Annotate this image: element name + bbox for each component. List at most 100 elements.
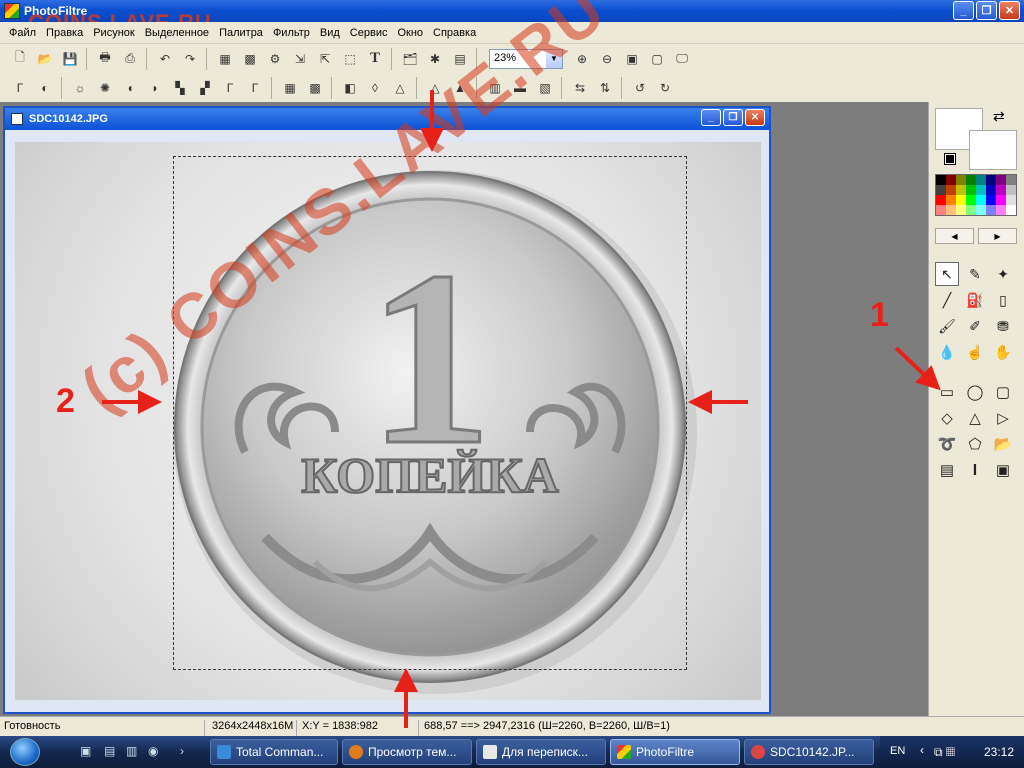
save-icon[interactable]: 💾: [58, 47, 82, 71]
menu-palette[interactable]: Палитра: [214, 27, 268, 39]
ellipse-icon[interactable]: ◯: [963, 380, 987, 404]
fill-bucket-icon[interactable]: ⛽: [963, 288, 987, 312]
quicklaunch-tool-icon[interactable]: ▥: [126, 744, 137, 758]
saturation-minus-icon[interactable]: ▚: [168, 76, 192, 100]
brush-icon[interactable]: 🖌: [935, 314, 959, 338]
menu-window[interactable]: Окно: [392, 27, 428, 39]
print-icon[interactable]: 🖶: [93, 47, 117, 71]
plugin-icon[interactable]: ✱: [423, 47, 447, 71]
task-word[interactable]: Для переписк...: [476, 739, 606, 765]
flip-horizontal-icon[interactable]: ⇆: [568, 76, 592, 100]
fit-window-icon[interactable]: ▢: [645, 47, 669, 71]
advanced-brush-icon[interactable]: ✐: [963, 314, 987, 338]
flip-vertical-icon[interactable]: ⇅: [593, 76, 617, 100]
contrast-minus-icon[interactable]: ◖: [118, 76, 142, 100]
grayscale-icon[interactable]: ▦: [278, 76, 302, 100]
actual-size-icon[interactable]: ▣: [620, 47, 644, 71]
color-palette[interactable]: [935, 174, 1017, 216]
triangle-icon[interactable]: △: [963, 406, 987, 430]
undo-icon[interactable]: ↶: [153, 47, 177, 71]
image-close-button[interactable]: ✕: [745, 109, 765, 126]
polygon-icon[interactable]: ⬠: [963, 432, 987, 456]
right-triangle-icon[interactable]: ▷: [991, 406, 1015, 430]
canvas-size-icon[interactable]: ⇱: [313, 47, 337, 71]
quicklaunch-app-icon[interactable]: ▤: [104, 744, 115, 758]
swap-colors-icon[interactable]: ⇄: [993, 108, 1005, 125]
spray-icon[interactable]: ▯: [991, 288, 1015, 312]
open-folder-icon[interactable]: 📂: [33, 47, 57, 71]
transparency-icon[interactable]: ▦: [213, 47, 237, 71]
new-file-icon[interactable]: 🗋: [8, 47, 32, 71]
rounded-rect-icon[interactable]: ▢: [991, 380, 1015, 404]
minimize-button[interactable]: _: [953, 1, 974, 20]
start-button[interactable]: [10, 738, 40, 766]
chevron-left-icon[interactable]: ‹: [920, 743, 924, 757]
firefox-icon[interactable]: ◉: [148, 744, 158, 758]
zoom-out-icon[interactable]: ⊖: [595, 47, 619, 71]
image-canvas[interactable]: 1 КОПЕЙКА: [15, 142, 761, 700]
text-icon[interactable]: T: [363, 47, 387, 71]
soften-icon[interactable]: ◊: [363, 76, 387, 100]
task-total-commander[interactable]: Total Comman...: [210, 739, 338, 765]
auto-levels-icon[interactable]: Γ: [8, 76, 32, 100]
open-shape-icon[interactable]: 📂: [991, 432, 1015, 456]
palette-prev-icon[interactable]: ◀: [935, 228, 974, 244]
crop-icon[interactable]: ⬚: [338, 47, 362, 71]
menu-filter[interactable]: Фильтр: [268, 27, 315, 39]
image-size-icon[interactable]: ⇲: [288, 47, 312, 71]
menu-tools[interactable]: Сервис: [345, 27, 393, 39]
language-indicator[interactable]: EN: [890, 745, 905, 757]
menu-help[interactable]: Справка: [428, 27, 481, 39]
explorer-icon[interactable]: 🗂: [398, 47, 422, 71]
blur-icon[interactable]: ◧: [338, 76, 362, 100]
maximize-button[interactable]: ❐: [976, 1, 997, 20]
diamond-icon[interactable]: ◇: [935, 406, 959, 430]
show-desktop-icon[interactable]: ▣: [80, 744, 91, 758]
menu-view[interactable]: Вид: [315, 27, 345, 39]
palette-next-icon[interactable]: ▶: [978, 228, 1017, 244]
hand-icon[interactable]: ✋: [991, 340, 1015, 364]
select-arrow-icon[interactable]: ↖: [935, 262, 959, 286]
task-image-viewer[interactable]: SDC10142.JP...: [744, 739, 874, 765]
gamma-minus-icon[interactable]: Γ: [218, 76, 242, 100]
eyedropper-icon[interactable]: ✎: [963, 262, 987, 286]
chevron-right-icon[interactable]: ›: [180, 744, 184, 758]
rotate-left-icon[interactable]: ↺: [628, 76, 652, 100]
sharpen-icon[interactable]: △: [388, 76, 412, 100]
menu-selection[interactable]: Выделенное: [140, 27, 214, 39]
brightness-minus-icon[interactable]: ☼: [68, 76, 92, 100]
menu-edit[interactable]: Правка: [41, 27, 88, 39]
menu-file[interactable]: Файл: [4, 27, 41, 39]
automate-icon[interactable]: ⚙: [263, 47, 287, 71]
task-photofiltre[interactable]: PhotoFiltre: [610, 739, 740, 765]
close-button[interactable]: ✕: [999, 1, 1020, 20]
brightness-plus-icon[interactable]: ✺: [93, 76, 117, 100]
aspect-ratio-icon[interactable]: ▣: [991, 458, 1015, 482]
image-minimize-button[interactable]: _: [701, 109, 721, 126]
smudge-icon[interactable]: ☝: [963, 340, 987, 364]
stamp-icon[interactable]: ⛃: [991, 314, 1015, 338]
fullscreen-icon[interactable]: 🖵: [670, 47, 694, 71]
blur-drop-icon[interactable]: 💧: [935, 340, 959, 364]
clock[interactable]: 23:12: [984, 745, 1014, 759]
text-cursor-icon[interactable]: 𝐈: [963, 458, 987, 482]
rotate-right-icon[interactable]: ↻: [653, 76, 677, 100]
gamma-plus-icon[interactable]: Γ: [243, 76, 267, 100]
contrast-plus-icon[interactable]: ◗: [143, 76, 167, 100]
rectangle-icon[interactable]: ▭: [935, 380, 959, 404]
align-center-icon[interactable]: ▤: [935, 458, 959, 482]
scan-icon[interactable]: ⎙: [118, 47, 142, 71]
redo-icon[interactable]: ↷: [178, 47, 202, 71]
background-color[interactable]: [969, 130, 1017, 170]
color-palette-icon[interactable]: ▩: [238, 47, 262, 71]
menu-image[interactable]: Рисунок: [88, 27, 140, 39]
auto-contrast-icon[interactable]: ◐: [33, 76, 57, 100]
sepia-icon[interactable]: ▩: [303, 76, 327, 100]
image-maximize-button[interactable]: ❐: [723, 109, 743, 126]
task-browser[interactable]: Просмотр тем...: [342, 739, 472, 765]
lasso-icon[interactable]: ➰: [935, 432, 959, 456]
default-colors-icon[interactable]: [944, 153, 956, 165]
saturation-plus-icon[interactable]: ▞: [193, 76, 217, 100]
magic-wand-icon[interactable]: ✦: [991, 262, 1015, 286]
network-icon[interactable]: ⧉ ▦: [934, 745, 955, 760]
